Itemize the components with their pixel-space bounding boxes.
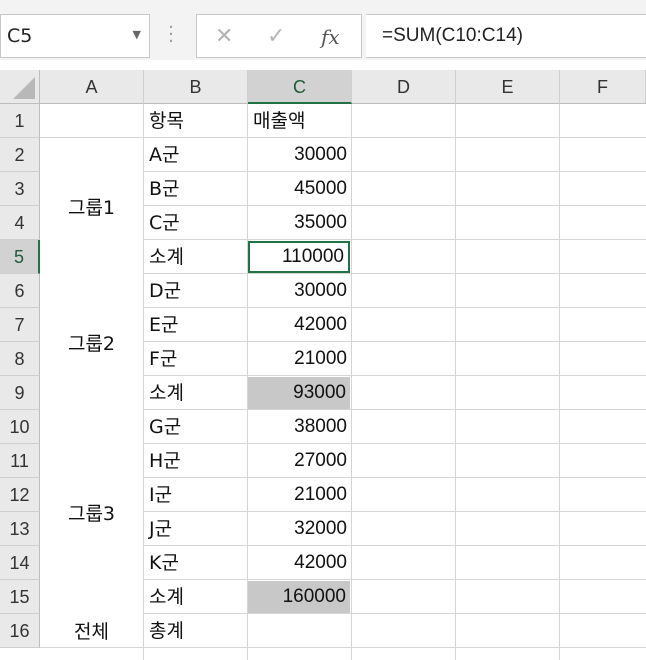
- chevron-down-icon[interactable]: ▼: [133, 28, 141, 41]
- select-all-button[interactable]: [0, 70, 40, 104]
- row-header-8[interactable]: 8: [0, 342, 40, 376]
- formula-text: =SUM(C10:C14): [382, 25, 523, 46]
- column-header-f[interactable]: F: [560, 70, 646, 104]
- sales-value-cell[interactable]: 42000: [248, 308, 351, 342]
- row-header-16[interactable]: 16: [0, 614, 40, 648]
- x-icon[interactable]: ✕: [215, 24, 233, 49]
- row-header-10[interactable]: 10: [0, 410, 40, 444]
- group-label: 그룹3: [67, 503, 116, 525]
- item-name-cell[interactable]: F군: [144, 342, 247, 376]
- formula-buttons: ✕ ✓ fx: [196, 14, 362, 58]
- header-sales-cell[interactable]: 매출액: [248, 104, 351, 138]
- column-header-c[interactable]: C: [248, 70, 352, 104]
- sales-value-cell[interactable]: 30000: [248, 138, 351, 172]
- sales-value-cell[interactable]: 45000: [248, 172, 351, 206]
- ribbon-bottom-strip: [0, 0, 646, 14]
- row-header-9[interactable]: 9: [0, 376, 40, 410]
- row-header-11[interactable]: 11: [0, 444, 40, 478]
- sales-value-cell[interactable]: 30000: [248, 274, 351, 308]
- item-name-cell[interactable]: 총계: [144, 614, 247, 648]
- item-name-cell[interactable]: G군: [144, 410, 247, 444]
- group-label: 그룹2: [67, 333, 116, 355]
- name-box[interactable]: C5 ▼: [0, 14, 150, 58]
- row-header-4[interactable]: 4: [0, 206, 40, 240]
- sales-value-cell[interactable]: 42000: [248, 546, 351, 580]
- sales-value-cell[interactable]: 38000: [248, 410, 351, 444]
- group-cell[interactable]: 그룹3: [40, 411, 143, 614]
- row-header-5[interactable]: 5: [0, 240, 40, 274]
- row-header-12[interactable]: 12: [0, 478, 40, 512]
- subtotal-value-cell[interactable]: 93000: [248, 377, 350, 409]
- group-label: 그룹1: [67, 197, 116, 219]
- group-cell[interactable]: 그룹1: [40, 139, 143, 274]
- row-header-13[interactable]: 13: [0, 512, 40, 546]
- item-name-cell[interactable]: D군: [144, 274, 247, 308]
- item-name-cell[interactable]: K군: [144, 546, 247, 580]
- subtotal-value-cell[interactable]: 160000: [248, 581, 350, 613]
- header-item-cell[interactable]: 항목: [144, 104, 247, 138]
- item-name-cell[interactable]: C군: [144, 206, 247, 240]
- gridline: [559, 104, 560, 660]
- row-header-3[interactable]: 3: [0, 172, 40, 206]
- row-header-1[interactable]: 1: [0, 104, 40, 138]
- checkmark-icon[interactable]: ✓: [267, 24, 285, 49]
- column-header-d[interactable]: D: [352, 70, 456, 104]
- item-name-cell[interactable]: A군: [144, 138, 247, 172]
- row-header-15[interactable]: 15: [0, 580, 40, 614]
- row-header-6[interactable]: 6: [0, 274, 40, 308]
- row-header-7[interactable]: 7: [0, 308, 40, 342]
- row-header-14[interactable]: 14: [0, 546, 40, 580]
- item-name-cell[interactable]: B군: [144, 172, 247, 206]
- sales-value-cell[interactable]: 35000: [248, 206, 351, 240]
- formula-bar-area: C5 ▼ · · · ✕ ✓ fx =SUM(C10:C14): [0, 14, 646, 60]
- sales-value-cell[interactable]: 32000: [248, 512, 351, 546]
- item-name-cell[interactable]: 소계: [144, 240, 247, 274]
- column-header-b[interactable]: B: [144, 70, 248, 104]
- gridline: [455, 104, 456, 660]
- gridline: [351, 104, 352, 660]
- active-cell[interactable]: 110000: [248, 241, 350, 273]
- item-name-cell[interactable]: 소계: [144, 376, 247, 410]
- sales-value-cell[interactable]: 21000: [248, 342, 351, 376]
- formula-input[interactable]: =SUM(C10:C14): [366, 14, 646, 58]
- sales-value-cell[interactable]: 27000: [248, 444, 351, 478]
- insert-function-button[interactable]: fx: [321, 25, 340, 49]
- name-box-value: C5: [7, 25, 33, 47]
- spreadsheet-grid[interactable]: 그룹1 그룹2 그룹3 전체 항목 매출액 A군 30000 B군 45000 C군 35…: [40, 104, 646, 660]
- row-header-2[interactable]: 2: [0, 138, 40, 172]
- group-cell[interactable]: 그룹2: [40, 275, 143, 410]
- item-name-cell[interactable]: E군: [144, 308, 247, 342]
- drag-handle-icon[interactable]: · · ·: [166, 19, 176, 51]
- item-name-cell[interactable]: 소계: [144, 580, 247, 614]
- sales-value-cell[interactable]: 21000: [248, 478, 351, 512]
- item-name-cell[interactable]: J군: [144, 512, 247, 546]
- item-name-cell[interactable]: I군: [144, 478, 247, 512]
- total-group-cell[interactable]: 전체: [40, 615, 143, 649]
- sales-value-cell[interactable]: [248, 614, 351, 648]
- column-header-a[interactable]: A: [40, 70, 144, 104]
- column-header-e[interactable]: E: [456, 70, 560, 104]
- item-name-cell[interactable]: H군: [144, 444, 247, 478]
